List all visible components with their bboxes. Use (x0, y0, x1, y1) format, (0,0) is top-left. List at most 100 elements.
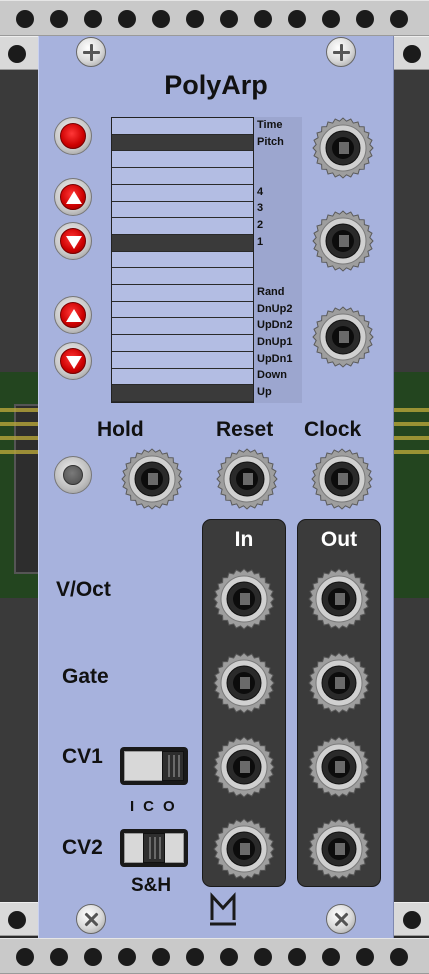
red-round-button-icon (60, 123, 86, 149)
jack-icon (213, 568, 275, 630)
out-label: Out (320, 528, 358, 551)
display-row (112, 185, 253, 202)
display-row (112, 134, 253, 152)
voct-output-jack[interactable] (308, 568, 370, 630)
display-row-label: UpDn2 (257, 319, 293, 332)
jack-icon (308, 818, 370, 880)
display-row (112, 168, 253, 185)
jack-icon (121, 448, 183, 510)
rail-hole (322, 948, 340, 966)
cv1-label: CV1 (62, 745, 103, 768)
rail-hole (254, 10, 272, 28)
rail-hole (403, 911, 421, 929)
display-row-label: DnUp1 (257, 336, 293, 349)
display-row (112, 285, 253, 302)
rail-hole (390, 10, 408, 28)
voct-label: V/Oct (56, 578, 111, 601)
display-row-label: Pitch (257, 135, 284, 148)
jack-icon (213, 818, 275, 880)
display-row-label: Time (257, 118, 283, 131)
gate-input-jack[interactable] (213, 652, 275, 714)
hold-input-jack[interactable] (121, 448, 183, 510)
rail-hole (8, 911, 26, 929)
display-row (112, 385, 253, 402)
rail-hole (220, 10, 238, 28)
pitch-down-button[interactable] (54, 222, 92, 260)
screw-icon (76, 37, 106, 67)
display-row (112, 151, 253, 169)
rail-hole (16, 10, 34, 28)
cv1-output-jack[interactable] (308, 736, 370, 798)
rail-hole (118, 948, 136, 966)
cv2-mode-switch[interactable] (120, 829, 188, 867)
jack-icon (213, 652, 275, 714)
rail-hole (288, 10, 306, 28)
cv1-switch-positions-label: ICO (130, 798, 184, 815)
jack-icon (308, 736, 370, 798)
rail-hole (356, 948, 374, 966)
mode-up-button[interactable] (54, 296, 92, 334)
display-row (112, 234, 253, 252)
display-row (112, 252, 253, 269)
display-row (112, 202, 253, 219)
hold-button[interactable] (54, 456, 92, 494)
display-row-label: 4 (257, 185, 264, 198)
display-row-label: 1 (257, 235, 264, 248)
display-row-label: 2 (257, 219, 264, 232)
triangle-up-icon (66, 191, 82, 204)
jack-icon (311, 448, 373, 510)
jack-icon (308, 568, 370, 630)
rail-hole (390, 948, 408, 966)
rail-hole (322, 10, 340, 28)
rack-rail-top (0, 0, 429, 36)
cv2-output-jack[interactable] (308, 818, 370, 880)
rail-hole (84, 948, 102, 966)
display-row (112, 318, 253, 336)
display-row-label: 3 (257, 202, 264, 215)
cv2-input-jack[interactable] (213, 818, 275, 880)
jack-icon (308, 652, 370, 714)
display-row-label: UpDn1 (257, 352, 293, 365)
screw-icon (326, 904, 356, 934)
rail-hole (152, 10, 170, 28)
rail-hole (8, 45, 26, 63)
jack-icon (312, 117, 374, 179)
display-row (112, 369, 253, 386)
display-row (112, 302, 253, 319)
rail-hole (16, 948, 34, 966)
triangle-up-icon (66, 309, 82, 322)
rail-hole (118, 10, 136, 28)
mode-down-button[interactable] (54, 342, 92, 380)
jack-icon (213, 736, 275, 798)
rack-rail-bottom (0, 938, 429, 974)
arp-mode-display: Time Pitch 4 3 2 1 Rand DnUp2 UpDn2 DnUp1 UpDn1 Dow… (111, 117, 302, 403)
rail-hole (288, 948, 306, 966)
rail-hole (356, 10, 374, 28)
screw-icon (76, 904, 106, 934)
clock-label: Clock (304, 418, 362, 441)
rail-hole (152, 948, 170, 966)
output-jack-3[interactable] (312, 306, 374, 368)
jack-icon (312, 210, 374, 272)
screw-icon (326, 37, 356, 67)
gate-label: Gate (62, 665, 109, 688)
brand-logo (210, 892, 236, 926)
rail-hole (50, 948, 68, 966)
cv1-input-jack[interactable] (213, 736, 275, 798)
display-row (112, 118, 253, 135)
display-row-label: Up (257, 386, 272, 399)
output-jack-2[interactable] (312, 210, 374, 272)
reset-input-jack[interactable] (216, 448, 278, 510)
rail-hole (403, 45, 421, 63)
triangle-down-icon (66, 236, 82, 249)
rail-hole (50, 10, 68, 28)
voct-input-jack[interactable] (213, 568, 275, 630)
pitch-up-button[interactable] (54, 178, 92, 216)
output-jack-1[interactable] (312, 117, 374, 179)
cv1-mode-switch[interactable] (120, 747, 188, 785)
mode-button[interactable] (54, 117, 92, 155)
display-row (112, 352, 253, 369)
clock-input-jack[interactable] (311, 448, 373, 510)
gate-output-jack[interactable] (308, 652, 370, 714)
display-row (112, 218, 253, 235)
